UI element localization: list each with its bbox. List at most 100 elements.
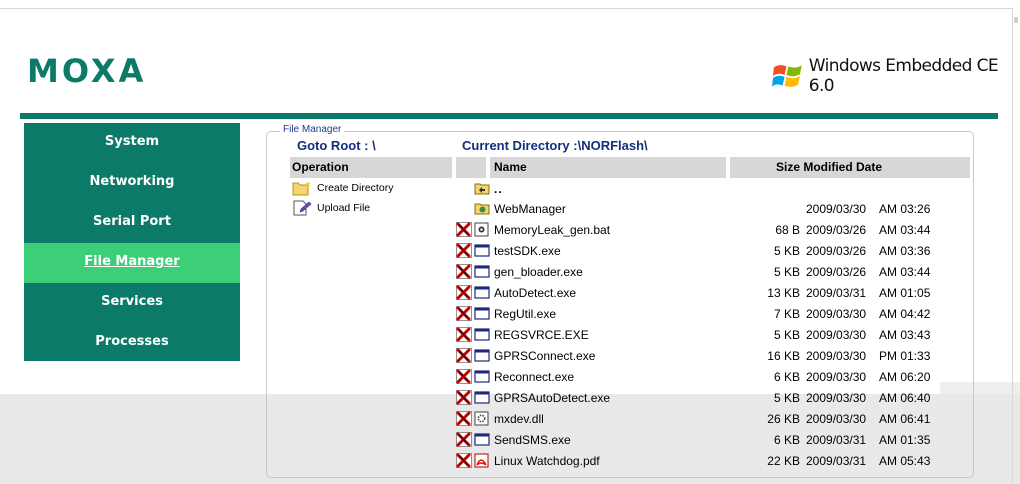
delete-icon[interactable] <box>456 369 472 384</box>
create-directory-button[interactable]: Create Directory <box>292 180 393 196</box>
file-time: PM 01:33 <box>879 349 931 363</box>
page-top-border <box>0 8 1012 9</box>
dll-file-icon <box>474 411 489 426</box>
file-size: 16 KB <box>767 349 800 363</box>
delete-icon[interactable] <box>456 327 472 342</box>
file-row[interactable]: SendSMS.exe 6 KB 2009/03/31 AM 01:35 <box>456 429 964 450</box>
file-name[interactable]: REGSVRCE.EXE <box>494 328 589 342</box>
file-date: 2009/03/30 <box>806 307 867 321</box>
file-size: 5 KB <box>773 328 800 342</box>
folder-time: AM 03:26 <box>879 202 931 216</box>
exe-file-icon <box>474 391 490 404</box>
file-row[interactable]: Linux Watchdog.pdf 22 KB 2009/03/31 AM 05:4… <box>456 450 964 471</box>
header-divider-bar <box>20 113 998 119</box>
new-folder-icon <box>292 181 311 196</box>
exe-file-icon <box>474 307 490 320</box>
file-row[interactable]: REGSVRCE.EXE 5 KB 2009/03/30 AM 03:43 <box>456 324 964 345</box>
file-name[interactable]: SendSMS.exe <box>494 433 571 447</box>
batch-file-icon <box>474 222 489 237</box>
folder-row[interactable]: WebManager 2009/03/30 AM 03:26 <box>456 198 964 219</box>
file-date: 2009/03/31 <box>806 454 867 468</box>
delete-icon[interactable] <box>456 222 472 237</box>
file-size: 26 KB <box>767 412 800 426</box>
file-date: 2009/03/31 <box>806 286 867 300</box>
file-name[interactable]: GPRSConnect.exe <box>494 349 595 363</box>
file-time: AM 01:05 <box>879 286 931 300</box>
exe-file-icon <box>474 370 490 383</box>
windows-embedded-text: Windows Embedded CE 6.0 <box>808 56 999 96</box>
folder-name[interactable]: WebManager <box>494 202 566 216</box>
delete-icon[interactable] <box>456 432 472 447</box>
file-time: AM 01:35 <box>879 433 931 447</box>
exe-file-icon <box>474 265 490 278</box>
delete-icon[interactable] <box>456 285 472 300</box>
sidebar-item-system[interactable]: System <box>24 123 240 163</box>
file-name[interactable]: mxdev.dll <box>494 412 544 426</box>
file-size: 5 KB <box>773 265 800 279</box>
file-row[interactable]: AutoDetect.exe 13 KB 2009/03/31 AM 01:05 <box>456 282 964 303</box>
file-name[interactable]: gen_bloader.exe <box>494 265 583 279</box>
file-time: AM 04:42 <box>879 307 931 321</box>
current-directory-label: Current Directory :\NORFlash\ <box>462 138 648 153</box>
file-row[interactable]: MemoryLeak_gen.bat 68 B 2009/03/26 AM 03:44 <box>456 219 964 240</box>
file-name[interactable]: RegUtil.exe <box>494 307 556 321</box>
pdf-file-icon <box>474 453 489 468</box>
up-folder-icon <box>474 183 490 195</box>
file-date: 2009/03/30 <box>806 328 867 342</box>
name-column-header[interactable]: Name <box>494 160 527 174</box>
delete-icon[interactable] <box>456 453 472 468</box>
file-time: AM 03:44 <box>879 223 931 237</box>
file-row[interactable]: RegUtil.exe 7 KB 2009/03/30 AM 04:42 <box>456 303 964 324</box>
exe-file-icon <box>474 349 490 362</box>
file-time: AM 03:43 <box>879 328 931 342</box>
sidebar-item-services[interactable]: Services <box>24 283 240 323</box>
folder-date: 2009/03/30 <box>806 202 867 216</box>
file-row[interactable]: GPRSConnect.exe 16 KB 2009/03/30 PM 01:33 <box>456 345 964 366</box>
file-size: 13 KB <box>767 286 800 300</box>
file-time: AM 06:40 <box>879 391 931 405</box>
delete-icon[interactable] <box>456 243 472 258</box>
operation-column-header: Operation <box>292 160 349 174</box>
file-row[interactable]: Reconnect.exe 6 KB 2009/03/30 AM 06:20 <box>456 366 964 387</box>
file-size: 5 KB <box>773 391 800 405</box>
sidebar-item-serial-port[interactable]: Serial Port <box>24 203 240 243</box>
file-row[interactable]: GPRSAutoDetect.exe 5 KB 2009/03/30 AM 06:40 <box>456 387 964 408</box>
delete-icon[interactable] <box>456 348 472 363</box>
file-row[interactable]: testSDK.exe 5 KB 2009/03/26 AM 03:36 <box>456 240 964 261</box>
size-modified-column-header[interactable]: Size Modified Date <box>776 160 882 174</box>
delete-icon[interactable] <box>456 306 472 321</box>
scrollbar-marker[interactable] <box>1014 17 1018 23</box>
sidebar-item-processes[interactable]: Processes <box>24 323 240 363</box>
file-time: AM 05:43 <box>879 454 931 468</box>
delete-icon[interactable] <box>456 264 472 279</box>
file-name[interactable]: AutoDetect.exe <box>494 286 576 300</box>
file-size: 22 KB <box>767 454 800 468</box>
file-name[interactable]: testSDK.exe <box>494 244 561 258</box>
file-time: AM 03:44 <box>879 265 931 279</box>
upload-file-button[interactable]: Upload File <box>292 200 370 216</box>
goto-root-link[interactable]: Goto Root : \ <box>297 138 376 153</box>
moxa-logo: MOXA <box>27 52 147 90</box>
parent-directory-label: .. <box>494 182 503 196</box>
file-date: 2009/03/31 <box>806 433 867 447</box>
file-date: 2009/03/26 <box>806 265 867 279</box>
file-row[interactable]: mxdev.dll 26 KB 2009/03/30 AM 06:41 <box>456 408 964 429</box>
delete-icon[interactable] <box>456 411 472 426</box>
parent-directory-row[interactable]: .. <box>456 178 964 199</box>
sidebar-item-networking[interactable]: Networking <box>24 163 240 203</box>
sidebar-item-file-manager[interactable]: File Manager <box>24 243 240 283</box>
file-name[interactable]: Reconnect.exe <box>494 370 574 384</box>
sidebar-nav: System Networking Serial Port File Manag… <box>24 123 240 361</box>
exe-file-icon <box>474 244 490 257</box>
delete-icon[interactable] <box>456 390 472 405</box>
file-name[interactable]: Linux Watchdog.pdf <box>494 454 600 468</box>
exe-file-icon <box>474 433 490 446</box>
file-name[interactable]: MemoryLeak_gen.bat <box>494 223 610 237</box>
file-size: 6 KB <box>773 370 800 384</box>
create-directory-label: Create Directory <box>317 182 394 194</box>
file-name[interactable]: GPRSAutoDetect.exe <box>494 391 610 405</box>
file-date: 2009/03/26 <box>806 223 867 237</box>
file-row[interactable]: gen_bloader.exe 5 KB 2009/03/26 AM 03:44 <box>456 261 964 282</box>
upload-file-icon <box>293 200 312 216</box>
file-size: 68 B <box>775 223 800 237</box>
